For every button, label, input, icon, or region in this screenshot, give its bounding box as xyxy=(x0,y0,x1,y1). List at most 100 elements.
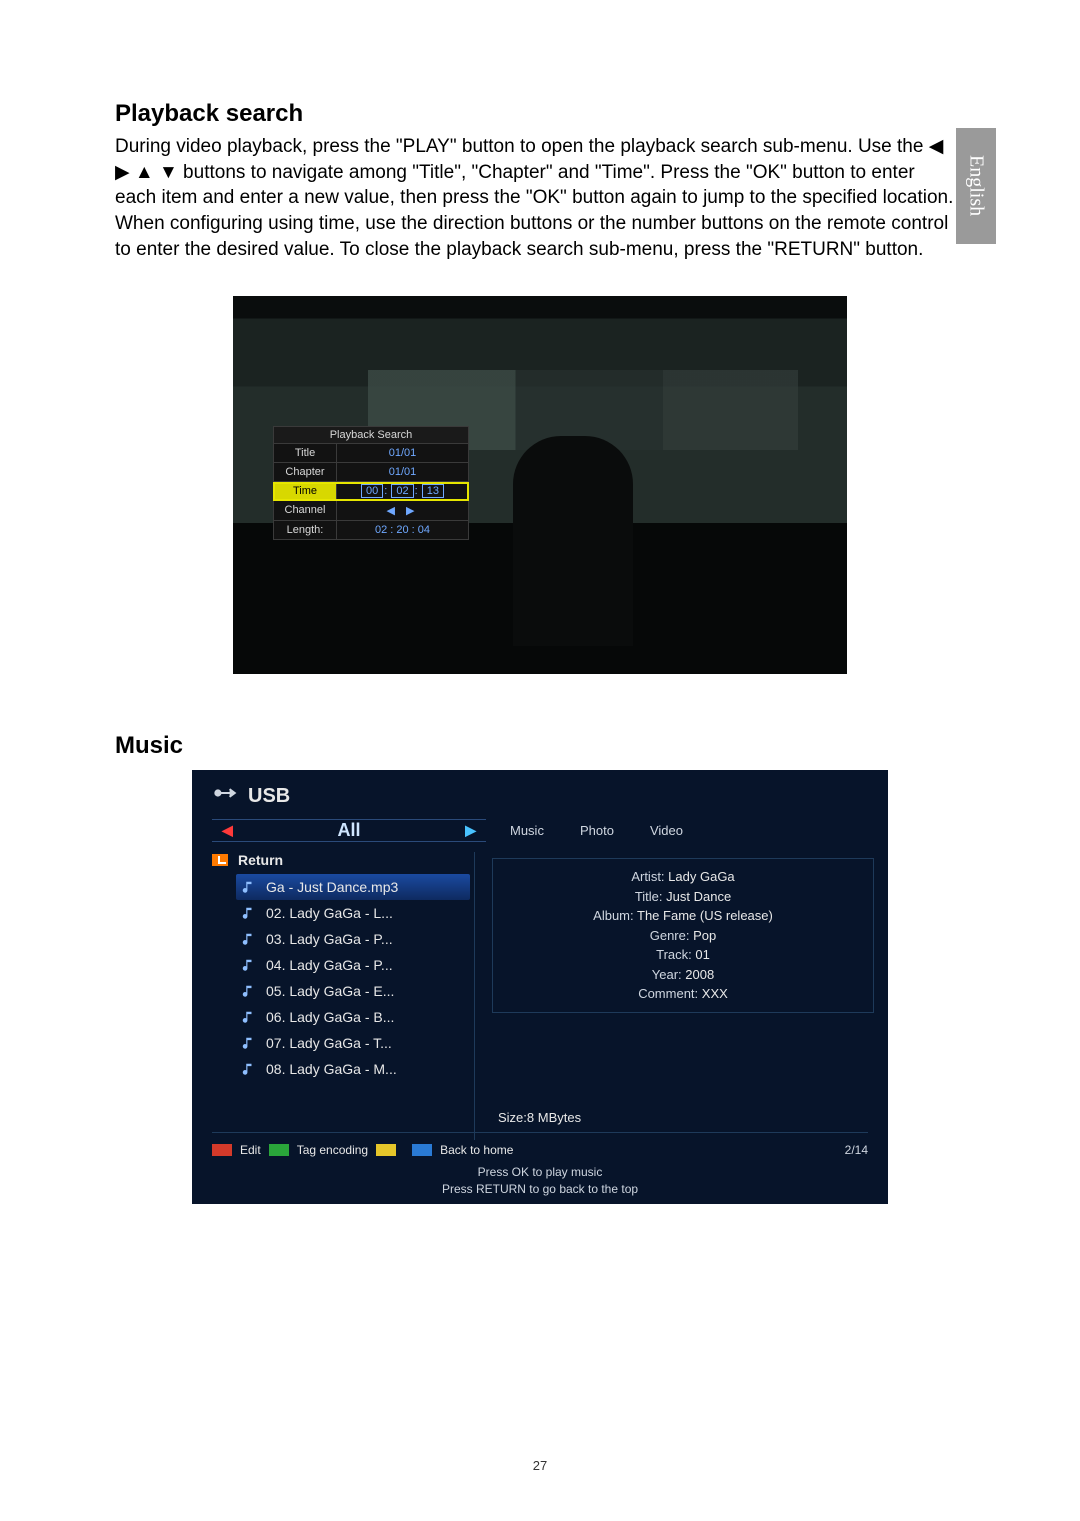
track-label: 05. Lady GaGa - E... xyxy=(266,983,394,999)
metadata-key: Track: xyxy=(656,947,692,962)
metadata-value: 2008 xyxy=(685,967,714,982)
usb-icon xyxy=(214,784,240,808)
metadata-row: Album: The Fame (US release) xyxy=(503,906,863,926)
label: Title xyxy=(274,444,337,462)
usb-browser-screenshot: USB ◀ All ▶ Music Photo Video Return xyxy=(192,770,888,1204)
music-note-icon xyxy=(240,983,256,999)
hint-text: Press OK to play music Press RETURN to g… xyxy=(192,1164,888,1198)
playback-row-chapter[interactable]: Chapter 01/01 xyxy=(273,463,469,482)
list-item[interactable]: 04. Lady GaGa - P... xyxy=(236,952,470,978)
metadata-row: Year: 2008 xyxy=(503,965,863,985)
track-label: Ga - Just Dance.mp3 xyxy=(266,879,398,895)
track-label: 07. Lady GaGa - T... xyxy=(266,1035,392,1051)
list-item[interactable]: 08. Lady GaGa - M... xyxy=(236,1056,470,1082)
time-ss[interactable]: 13 xyxy=(422,484,444,498)
green-swatch xyxy=(269,1144,289,1156)
track-label: 08. Lady GaGa - M... xyxy=(266,1061,397,1077)
section-body-playback-search: During video playback, press the "PLAY" … xyxy=(115,134,955,262)
music-note-icon xyxy=(240,1035,256,1051)
track-label: 06. Lady GaGa - B... xyxy=(266,1009,394,1025)
playback-row-title[interactable]: Title 01/01 xyxy=(273,444,469,463)
metadata-value: The Fame (US release) xyxy=(637,908,773,923)
tab-all[interactable]: ◀ All ▶ xyxy=(212,819,486,842)
track-label: 04. Lady GaGa - P... xyxy=(266,957,393,973)
metadata-key: Artist: xyxy=(631,869,664,884)
metadata-key: Genre: xyxy=(650,928,690,943)
playback-row-length: Length: 02 : 20 : 04 xyxy=(273,521,469,540)
playback-row-time[interactable]: Time 00: 02: 13 xyxy=(273,482,469,501)
time-mm[interactable]: 02 xyxy=(391,484,413,498)
metadata-value: XXX xyxy=(702,986,728,1001)
metadata-row: Track: 01 xyxy=(503,945,863,965)
manual-page: English Playback search During video pla… xyxy=(0,0,1080,1521)
legend-green-label[interactable]: Tag encoding xyxy=(297,1143,368,1157)
list-item[interactable]: 06. Lady GaGa - B... xyxy=(236,1004,470,1030)
divider xyxy=(474,852,475,1140)
metadata-value: Lady GaGa xyxy=(668,869,735,884)
list-item[interactable]: 05. Lady GaGa - E... xyxy=(236,978,470,1004)
usb-header: USB xyxy=(214,784,290,808)
playback-search-title: Playback Search xyxy=(273,426,469,444)
label: Channel xyxy=(274,501,337,520)
return-item[interactable]: Return xyxy=(212,852,470,868)
filter-tabs: ◀ All ▶ Music Photo Video xyxy=(212,816,868,844)
tab-all-label: All xyxy=(337,820,360,841)
list-item[interactable]: 02. Lady GaGa - L... xyxy=(236,900,470,926)
language-tab: English xyxy=(956,128,996,244)
red-swatch xyxy=(212,1144,232,1156)
label: Chapter xyxy=(274,463,337,481)
video-screenshot: Playback Search Title 01/01 Chapter 01/0… xyxy=(233,296,847,674)
metadata-value: Just Dance xyxy=(666,889,731,904)
metadata-key: Album: xyxy=(593,908,633,923)
music-note-icon xyxy=(240,1061,256,1077)
figure-playback-search: Playback Search Title 01/01 Chapter 01/0… xyxy=(115,296,965,674)
background-figure xyxy=(513,436,633,646)
list-item[interactable]: Ga - Just Dance.mp3 xyxy=(236,874,470,900)
legend-blue-label[interactable]: Back to home xyxy=(440,1143,513,1157)
music-note-icon xyxy=(240,905,256,921)
time-hh[interactable]: 00 xyxy=(361,484,383,498)
metadata-key: Title: xyxy=(635,889,663,904)
return-icon xyxy=(212,854,228,866)
page-number: 27 xyxy=(0,1458,1080,1473)
return-label: Return xyxy=(238,852,283,868)
music-note-icon xyxy=(240,879,256,895)
file-size: Size:8 MBytes xyxy=(498,1110,581,1125)
label: Time xyxy=(274,482,337,500)
tab-photo[interactable]: Photo xyxy=(580,823,614,838)
metadata-value: 01 xyxy=(695,947,709,962)
figure-usb-music: USB ◀ All ▶ Music Photo Video Return xyxy=(115,770,965,1204)
music-note-icon xyxy=(240,957,256,973)
playback-row-channel[interactable]: Channel ◀ ▶ xyxy=(273,501,469,521)
section-heading-playback-search: Playback search xyxy=(115,100,965,128)
metadata-value: Pop xyxy=(693,928,716,943)
legend-red-label[interactable]: Edit xyxy=(240,1143,261,1157)
color-legend: Edit Tag encoding Back to home 2/14 xyxy=(212,1132,868,1161)
blue-swatch xyxy=(412,1144,432,1156)
metadata-key: Year: xyxy=(652,967,682,982)
label: Length: xyxy=(274,521,337,539)
triangle-right-icon[interactable]: ▶ xyxy=(465,822,476,839)
tab-music[interactable]: Music xyxy=(510,823,544,838)
section-heading-music: Music xyxy=(115,732,965,760)
music-note-icon xyxy=(240,1009,256,1025)
playback-search-panel: Playback Search Title 01/01 Chapter 01/0… xyxy=(273,426,469,540)
item-counter: 2/14 xyxy=(845,1143,868,1157)
value: 01/01 xyxy=(337,463,468,481)
yellow-swatch xyxy=(376,1144,396,1156)
value: 02 : 20 : 04 xyxy=(337,521,468,539)
tab-video[interactable]: Video xyxy=(650,823,683,838)
music-note-icon xyxy=(240,931,256,947)
value: ◀ ▶ xyxy=(337,501,468,520)
metadata-row: Genre: Pop xyxy=(503,926,863,946)
hint-line-2: Press RETURN to go back to the top xyxy=(192,1181,888,1198)
usb-label: USB xyxy=(248,785,290,808)
triangle-left-icon[interactable]: ◀ xyxy=(222,822,233,839)
value: 01/01 xyxy=(337,444,468,462)
value: 00: 02: 13 xyxy=(337,482,468,500)
file-list: Return Ga - Just Dance.mp3 02. Lady GaGa … xyxy=(212,852,470,1082)
metadata-row: Artist: Lady GaGa xyxy=(503,867,863,887)
list-item[interactable]: 03. Lady GaGa - P... xyxy=(236,926,470,952)
list-item[interactable]: 07. Lady GaGa - T... xyxy=(236,1030,470,1056)
metadata-panel: Artist: Lady GaGa Title: Just Dance Album:… xyxy=(492,858,874,1013)
